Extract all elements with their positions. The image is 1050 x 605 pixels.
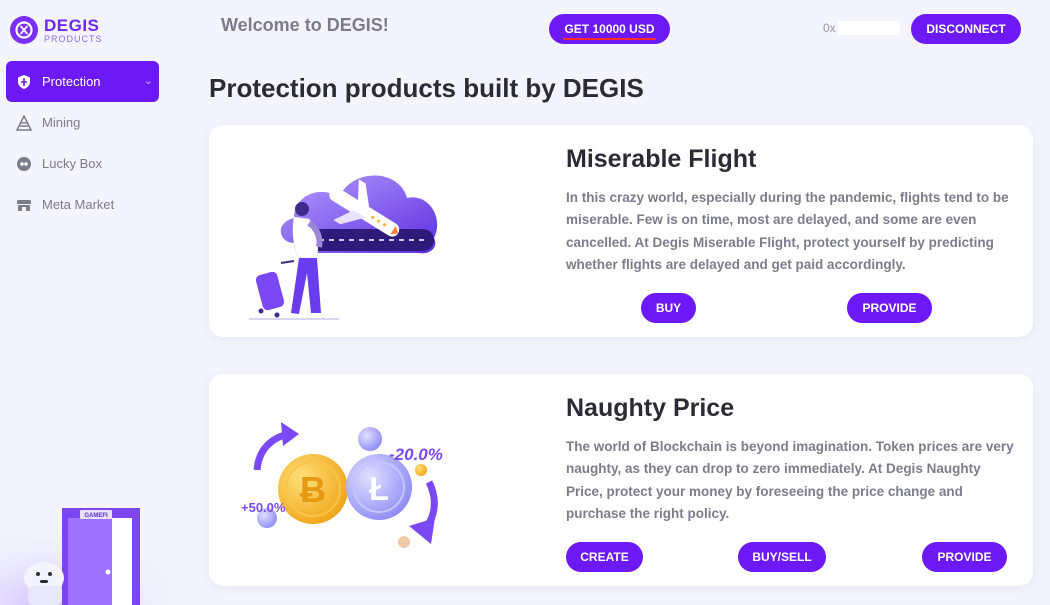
lucky-box-icon (16, 156, 32, 172)
provide-button[interactable]: PROVIDE (847, 293, 932, 323)
price-up-label: +50.0% (241, 500, 286, 515)
sidebar-item-protection[interactable]: Protection ⌄ (6, 61, 159, 102)
brand-name: DEGIS (44, 15, 100, 35)
wallet-address-redacted (837, 21, 900, 35)
buy-button[interactable]: BUY (641, 293, 696, 323)
product-card-naughty-price: Ƀ Ł +50.0% -20.0% Naughty Price The worl… (209, 374, 1033, 586)
market-icon (16, 197, 32, 213)
svg-text:Ƀ: Ƀ (300, 469, 326, 510)
get-test-usd-button[interactable]: GET 10000 USD (549, 14, 670, 44)
brand-subtitle: PRODUCTS (44, 33, 103, 44)
welcome-text: Welcome to DEGIS! (221, 15, 389, 35)
sidebar-item-label: Meta Market (42, 197, 115, 212)
create-button[interactable]: CREATE (566, 542, 643, 572)
product-title: Naughty Price (566, 394, 735, 422)
wallet-address-prefix: 0x (823, 21, 836, 35)
brand-logo[interactable]: DEGIS PRODUCTS (10, 14, 103, 46)
gamefi-mascot-illustration: GAMEFI (0, 470, 168, 605)
mascot-sign: GAMEFI (84, 513, 108, 519)
product-description: In this crazy world, especially during t… (566, 190, 1009, 272)
sidebar: DEGIS PRODUCTS Protection ⌄ Mining Lucky… (0, 0, 168, 605)
sidebar-item-label: Mining (42, 115, 81, 130)
sidebar-item-label: Lucky Box (42, 156, 102, 171)
get-usd-label: GET 10000 USD (564, 22, 655, 36)
mining-icon (16, 114, 32, 131)
product-card-miserable-flight: Miserable Flight In this crazy world, es… (209, 125, 1033, 337)
coins-illustration: Ƀ Ł +50.0% -20.0% (239, 392, 469, 572)
chevron-down-icon: ⌄ (143, 75, 153, 87)
degis-logo-icon (10, 16, 38, 44)
product-description: The world of Blockchain is beyond imagin… (566, 439, 1014, 521)
page-title: Protection products built by DEGIS (209, 73, 644, 103)
sidebar-item-lucky-box[interactable]: Lucky Box (6, 143, 159, 184)
sidebar-nav: Protection ⌄ Mining Lucky Box Meta Marke… (6, 61, 159, 225)
flight-illustration (239, 143, 469, 323)
sidebar-item-mining[interactable]: Mining (6, 102, 159, 143)
price-down-label: -20.0% (389, 445, 443, 464)
annotation-underline (563, 38, 656, 40)
shield-icon (16, 74, 32, 90)
provide-button[interactable]: PROVIDE (922, 542, 1007, 572)
buy-sell-button[interactable]: BUY/SELL (738, 542, 826, 572)
product-title: Miserable Flight (566, 145, 757, 173)
sidebar-item-meta-market[interactable]: Meta Market (6, 184, 159, 225)
wallet-address: 0x (823, 21, 900, 35)
sidebar-item-label: Protection (42, 74, 101, 89)
disconnect-button[interactable]: DISCONNECT (911, 14, 1021, 44)
svg-text:Ł: Ł (369, 471, 389, 507)
